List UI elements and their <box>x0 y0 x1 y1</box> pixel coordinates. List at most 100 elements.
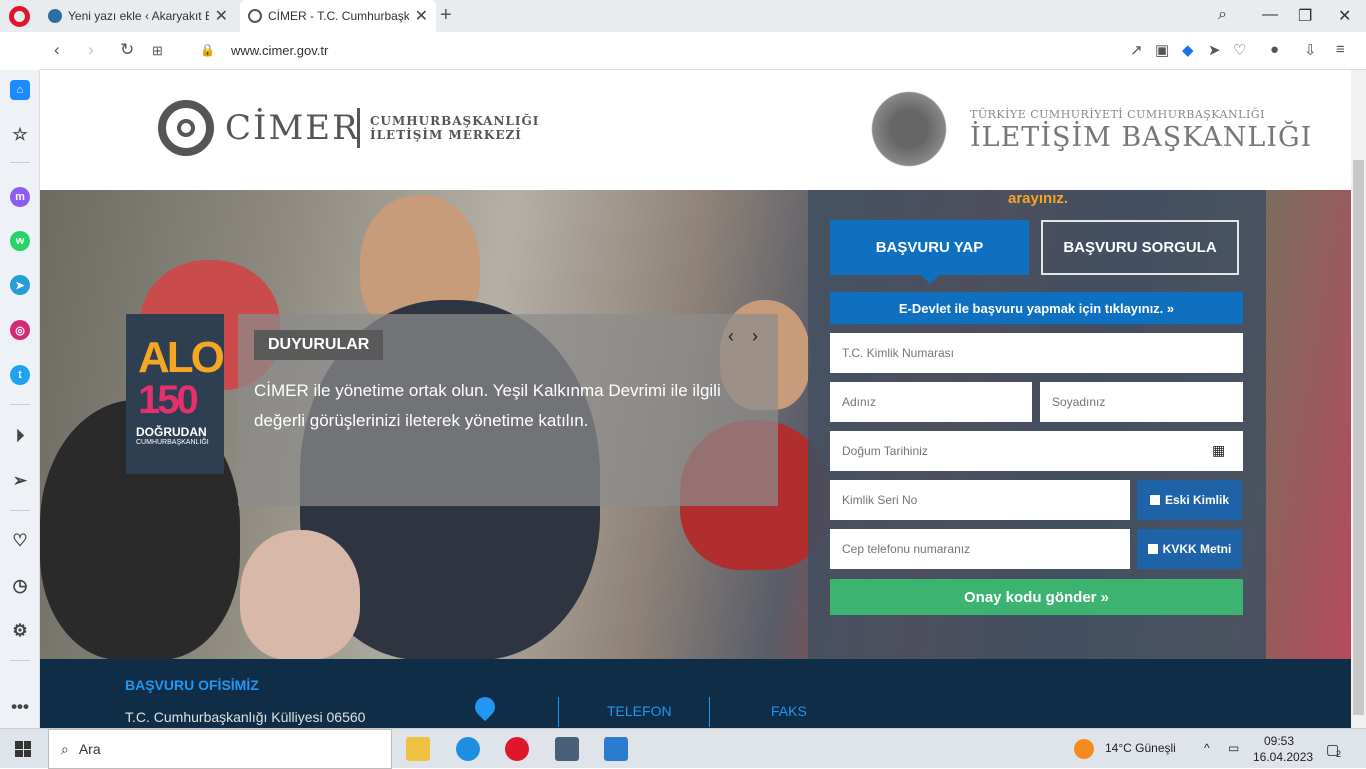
easy-setup-icon[interactable]: ≡ <box>1336 41 1345 58</box>
edge-icon[interactable] <box>456 737 480 761</box>
divider <box>10 510 30 511</box>
history-icon[interactable]: ◷ <box>10 576 30 596</box>
cimer-logo-icon[interactable] <box>158 100 214 156</box>
minimize-icon[interactable]: — <box>1262 6 1278 24</box>
iletisim-logo-icon[interactable] <box>866 86 952 172</box>
send-code-button[interactable]: Onay kodu gönder » <box>830 579 1243 615</box>
close-tab-icon[interactable]: ✕ <box>215 6 228 26</box>
profile-icon[interactable]: ● <box>1270 41 1279 58</box>
sidebar: ⌂ ☆ m w ➤ ◎ t ⏵ ➢ ♡ ◷ ⚙ ••• <box>0 70 40 728</box>
back-icon[interactable]: ‹ <box>54 40 60 60</box>
tab-bar: Yeni yazı ekle ‹ Akaryakıt Be ✕ CİMER - … <box>0 0 1366 32</box>
prev-arrow-icon[interactable]: ‹ <box>728 326 734 347</box>
taskbar-search[interactable]: ⌕ Ara <box>48 729 392 769</box>
cimer-sub-line1: CUMHURBAŞKANLIĞI <box>370 114 540 128</box>
tabs-grid-icon[interactable]: ⊞ <box>152 43 163 59</box>
app-icon[interactable] <box>604 737 628 761</box>
player-icon[interactable]: ⏵ <box>10 426 30 446</box>
announcement-badge: DUYURULAR <box>254 330 384 360</box>
twitter-icon[interactable]: t <box>10 365 30 385</box>
messenger-icon[interactable]: m <box>10 187 30 207</box>
instagram-icon[interactable]: ◎ <box>10 320 30 340</box>
star-icon[interactable]: ☆ <box>10 125 30 145</box>
surname-input[interactable] <box>1040 382 1243 422</box>
hero-slider: ALO 150 DOĞRUDAN CUMHURBAŞKANLIĞI DUYURU… <box>40 190 1351 660</box>
checkbox-icon <box>1147 544 1158 554</box>
weather-text[interactable]: 14°C Güneşli <box>1105 741 1176 755</box>
file-explorer-icon[interactable] <box>406 737 430 761</box>
scrollbar[interactable] <box>1351 70 1366 728</box>
tab-wordpress[interactable]: Yeni yazı ekle ‹ Akaryakıt Be ✕ <box>40 0 236 32</box>
cimer-name[interactable]: CİMER <box>225 108 360 148</box>
old-id-checkbox[interactable]: Eski Kimlik <box>1137 480 1242 520</box>
opera-menu-icon[interactable] <box>9 6 30 27</box>
location-pin-icon <box>470 692 500 722</box>
apply-tab-button[interactable]: BAŞVURU YAP <box>830 220 1029 284</box>
clock-time[interactable]: 09:53 <box>1264 734 1294 748</box>
query-tab-button[interactable]: BAŞVURU SORGULA <box>1041 220 1239 275</box>
search-tabs-icon[interactable]: ⌕ <box>1218 6 1227 24</box>
serial-no-input[interactable] <box>830 480 1130 520</box>
ib-name[interactable]: İLETİŞİM BAŞKANLIĞI <box>970 122 1312 153</box>
globe-icon <box>248 9 262 23</box>
heart-icon[interactable]: ♡ <box>1233 41 1246 59</box>
forward-icon[interactable]: › <box>88 40 94 60</box>
divider <box>558 697 559 727</box>
birth-date-input[interactable] <box>830 431 1243 471</box>
edevlet-button[interactable]: E-Devlet ile başvuru yapmak için tıklayı… <box>830 292 1243 324</box>
reload-icon[interactable]: ↻ <box>120 40 134 60</box>
notification-count: 2 <box>1336 749 1342 759</box>
tab-cimer[interactable]: CİMER - T.C. Cumhurbaşkanlığ ✕ <box>240 0 436 32</box>
send-icon[interactable]: ➢ <box>10 471 30 491</box>
office-address: T.C. Cumhurbaşkanlığı Külliyesi 06560 <box>125 709 366 725</box>
clock-date[interactable]: 16.04.2023 <box>1253 750 1313 764</box>
camera-icon[interactable]: ▣ <box>1155 41 1169 59</box>
next-arrow-icon[interactable]: › <box>752 326 758 347</box>
cimer-sub-line2: İLETİŞİM MERKEZİ <box>370 128 522 142</box>
network-icon[interactable]: ▭ <box>1228 741 1239 755</box>
alo-number: 150 <box>138 378 199 422</box>
scrollbar-thumb[interactable] <box>1353 160 1364 715</box>
vpn-shield-icon[interactable]: ◆ <box>1182 41 1194 59</box>
lock-icon: 🔒 <box>200 43 215 57</box>
start-button[interactable] <box>15 741 31 757</box>
web-page: CİMER CUMHURBAŞKANLIĞI İLETİŞİM MERKEZİ … <box>40 70 1351 728</box>
application-panel: arayınız. BAŞVURU YAP BAŞVURU SORGULA E-… <box>808 190 1266 659</box>
calculator-icon[interactable] <box>555 737 579 761</box>
calendar-icon[interactable]: ▦ <box>1212 442 1225 459</box>
download-icon[interactable]: ⇩ <box>1304 41 1317 59</box>
phone-input[interactable] <box>830 529 1130 569</box>
kvkk-label: KVKK Metni <box>1162 542 1232 556</box>
name-input[interactable] <box>830 382 1032 422</box>
heart-icon[interactable]: ♡ <box>10 531 30 551</box>
alo-line1: DOĞRUDAN <box>136 425 207 439</box>
more-icon[interactable]: ••• <box>10 697 30 717</box>
close-window-icon[interactable]: ✕ <box>1338 6 1351 26</box>
settings-icon[interactable]: ⚙ <box>10 621 30 641</box>
new-tab-button[interactable]: + <box>440 4 452 27</box>
site-header: CİMER CUMHURBAŞKANLIĞI İLETİŞİM MERKEZİ … <box>40 70 1351 190</box>
home-icon[interactable]: ⌂ <box>10 80 30 100</box>
send-icon[interactable]: ➤ <box>1208 41 1221 59</box>
alo-line2: CUMHURBAŞKANLIĞI <box>136 439 209 446</box>
panel-hint: arayınız. <box>1008 190 1069 207</box>
opera-taskbar-icon[interactable] <box>505 737 529 761</box>
kvkk-checkbox[interactable]: KVKK Metni <box>1137 529 1242 569</box>
tab-title: Yeni yazı ekle ‹ Akaryakıt Be <box>68 9 209 23</box>
announcement-text[interactable]: CİMER ile yönetime ortak olun. Yeşil Kal… <box>254 376 758 436</box>
phone-label: TELEFON <box>607 703 672 719</box>
hero-photo <box>240 530 360 660</box>
whatsapp-icon[interactable]: w <box>10 231 30 251</box>
maximize-icon[interactable]: ❐ <box>1298 6 1312 26</box>
divider <box>357 108 360 148</box>
tc-kimlik-input[interactable] <box>830 333 1243 373</box>
close-tab-icon[interactable]: ✕ <box>415 6 428 26</box>
telegram-icon[interactable]: ➤ <box>10 275 30 295</box>
checkbox-icon <box>1149 495 1160 505</box>
search-icon: ⌕ <box>61 740 69 757</box>
share-icon[interactable]: ↗ <box>1130 41 1143 59</box>
alo-150-logo[interactable]: ALO 150 DOĞRUDAN CUMHURBAŞKANLIĞI <box>126 314 225 474</box>
url-field[interactable]: www.cimer.gov.tr <box>231 43 328 58</box>
weather-icon[interactable] <box>1074 739 1094 759</box>
chevron-up-icon[interactable]: ^ <box>1204 741 1210 755</box>
